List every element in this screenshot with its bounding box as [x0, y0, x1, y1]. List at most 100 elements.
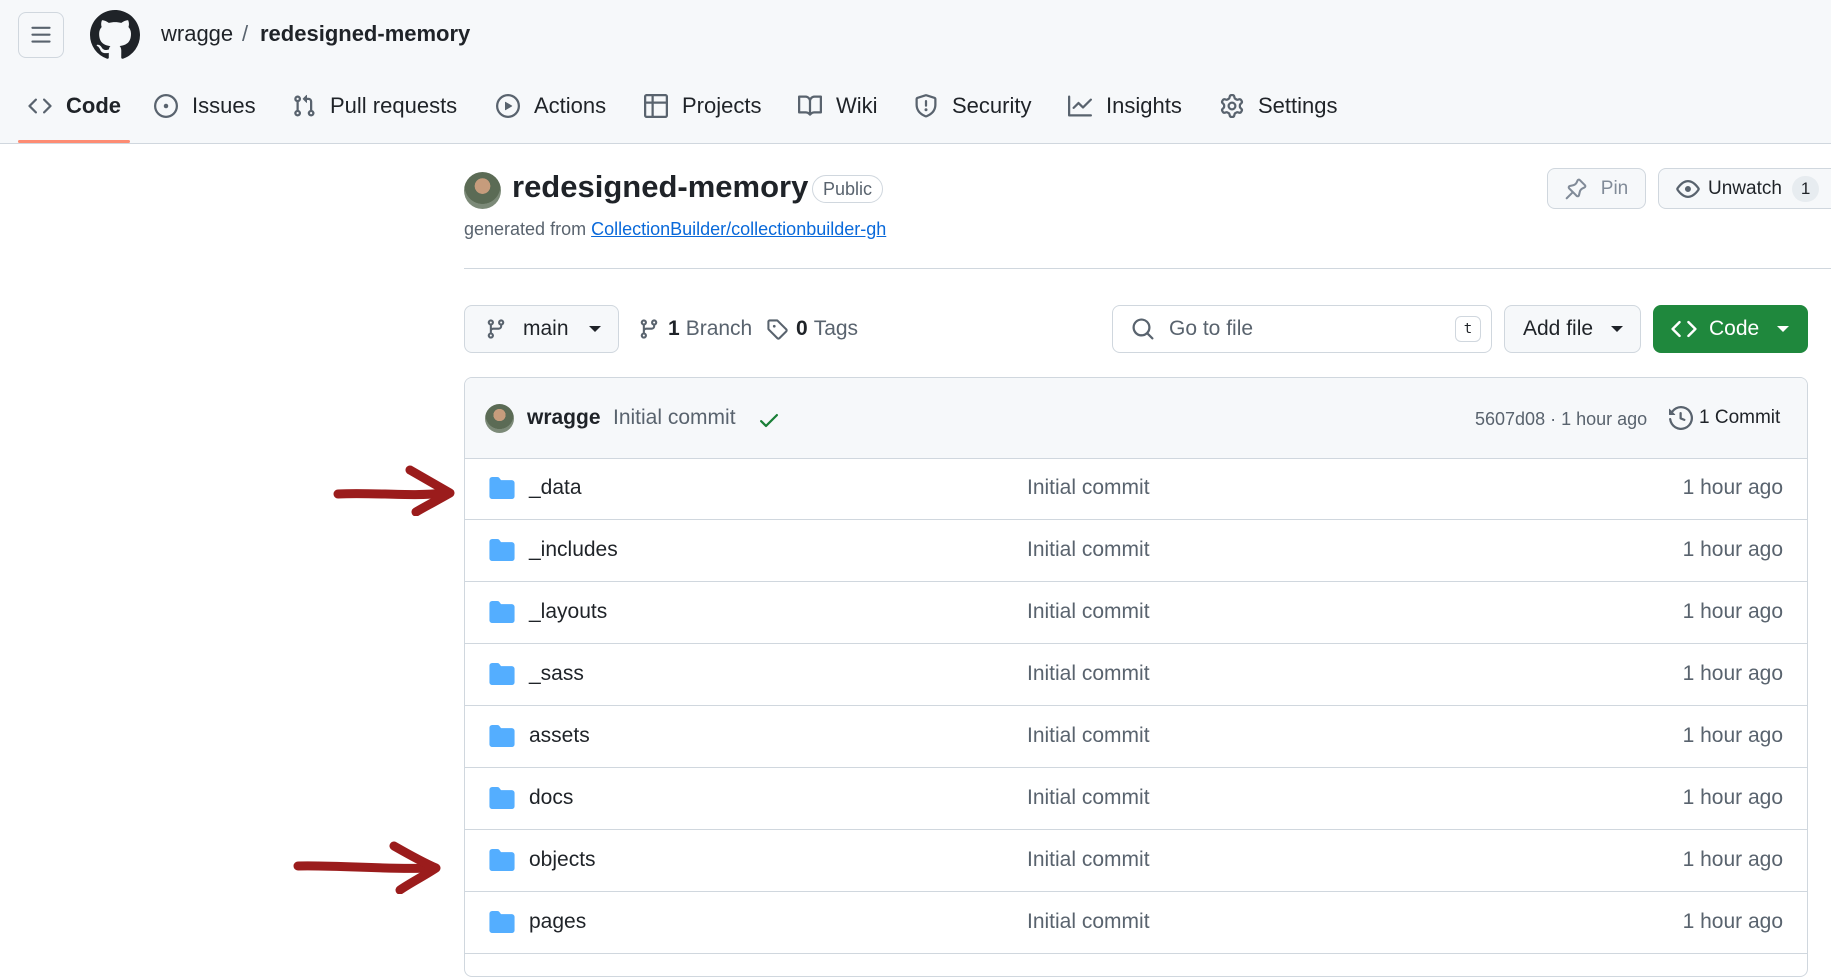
folder-icon [489, 787, 515, 809]
folder-icon [489, 725, 515, 747]
breadcrumb-owner-link[interactable]: wragge [161, 20, 233, 48]
github-logo-icon[interactable] [90, 10, 140, 60]
file-name-link[interactable]: _sass [529, 660, 584, 688]
file-name-link[interactable]: assets [529, 722, 590, 750]
gear-icon [1220, 94, 1244, 118]
commit-count-label: 1 Commit [1699, 407, 1781, 428]
code-button[interactable]: Code [1653, 305, 1808, 353]
commit-author-avatar[interactable] [485, 404, 514, 433]
file-commit-age: 1 hour ago [1682, 476, 1783, 499]
folder-icon [489, 849, 515, 871]
pin-icon [1565, 178, 1587, 199]
visibility-badge: Public [812, 175, 884, 203]
branches-link[interactable]: 1 Branch [638, 314, 752, 344]
git-pull-request-icon [294, 94, 315, 117]
tab-actions-label: Actions [534, 93, 607, 118]
tab-pull-requests[interactable]: Pull requests [292, 82, 457, 130]
tab-actions[interactable]: Actions [496, 82, 606, 130]
branch-count-label: Branch [685, 317, 753, 340]
triangle-down-icon [588, 326, 601, 332]
table-icon [644, 94, 668, 118]
tab-security[interactable]: Security [914, 82, 1031, 130]
file-name-link[interactable]: _layouts [529, 598, 607, 626]
go-to-file-search[interactable]: t [1112, 305, 1492, 353]
tab-projects[interactable]: Projects [644, 82, 761, 130]
folder-icon [489, 663, 515, 685]
file-row[interactable]: objects Initial commit 1 hour ago [465, 830, 1807, 892]
file-commit-message-link[interactable]: Initial commit [1027, 908, 1150, 936]
folder-icon [489, 539, 515, 561]
shield-icon [915, 94, 937, 118]
file-row[interactable]: _includes Initial commit 1 hour ago [465, 520, 1807, 582]
tab-insights[interactable]: Insights [1068, 82, 1182, 130]
commit-history-link[interactable]: 1 Commit [1669, 404, 1780, 432]
file-commit-message-link[interactable]: Initial commit [1027, 784, 1150, 812]
file-row[interactable]: docs Initial commit 1 hour ago [465, 768, 1807, 830]
check-icon[interactable] [757, 408, 781, 432]
tags-link[interactable]: 0 Tags [766, 314, 858, 344]
play-icon [496, 94, 520, 118]
file-commit-message-link[interactable]: Initial commit [1027, 474, 1150, 502]
file-commit-message-link[interactable]: Initial commit [1027, 536, 1150, 564]
file-row[interactable]: _data Initial commit 1 hour ago [465, 458, 1807, 520]
add-file-button[interactable]: Add file [1504, 305, 1641, 353]
file-commit-age: 1 hour ago [1682, 538, 1783, 561]
git-branch-icon [640, 319, 658, 339]
triangle-down-icon [1611, 326, 1624, 332]
tab-pull-requests-label: Pull requests [330, 93, 458, 118]
unwatch-button[interactable]: Unwatch 1 ▾ [1658, 168, 1831, 209]
file-row[interactable]: assets Initial commit 1 hour ago [465, 706, 1807, 768]
folder-icon [489, 477, 515, 499]
file-name-link[interactable]: _includes [529, 536, 618, 564]
file-commit-age: 1 hour ago [1682, 910, 1783, 933]
code-button-label: Code [1709, 317, 1760, 340]
go-to-file-input[interactable] [1167, 316, 1441, 342]
tab-issues[interactable]: Issues [154, 82, 256, 130]
git-branch-icon [487, 319, 505, 339]
tab-settings[interactable]: Settings [1220, 82, 1338, 130]
file-name-link[interactable]: pages [529, 908, 586, 936]
tab-issues-label: Issues [192, 93, 256, 118]
tab-wiki[interactable]: Wiki [798, 82, 878, 130]
file-list: _data Initial commit 1 hour ago _includes In… [465, 458, 1807, 954]
file-commit-message-link[interactable]: Initial commit [1027, 846, 1150, 874]
tab-code[interactable]: Code [28, 82, 121, 130]
file-commit-age: 1 hour ago [1682, 848, 1783, 871]
file-commit-message-link[interactable]: Initial commit [1027, 722, 1150, 750]
app-header: wragge / redesigned-memory Code Issues P… [0, 0, 1831, 144]
file-name-link[interactable]: docs [529, 784, 573, 812]
menu-button[interactable] [18, 12, 64, 58]
pin-label: Pin [1600, 177, 1629, 199]
tab-projects-label: Projects [682, 93, 762, 118]
file-row[interactable]: _sass Initial commit 1 hour ago [465, 644, 1807, 706]
file-commit-message-link[interactable]: Initial commit [1027, 598, 1150, 626]
template-repo-link[interactable]: CollectionBuilder/collectionbuilder-gh [591, 219, 886, 239]
breadcrumb-repo-link[interactable]: redesigned-memory [260, 20, 470, 48]
file-commit-age: 1 hour ago [1682, 600, 1783, 623]
tag-count-label: Tags [813, 317, 859, 340]
owner-avatar[interactable] [464, 172, 501, 209]
file-commit-message-link[interactable]: Initial commit [1027, 660, 1150, 688]
tab-wiki-label: Wiki [836, 93, 878, 118]
folder-icon [489, 911, 515, 933]
tab-insights-label: Insights [1106, 93, 1182, 118]
file-row[interactable]: pages Initial commit 1 hour ago [465, 892, 1807, 954]
branch-selector[interactable]: main [464, 305, 619, 353]
active-tab-indicator [18, 140, 130, 143]
tab-code-label: Code [66, 93, 121, 118]
commit-sha-and-time[interactable]: 5607d08 · 1 hour ago [1475, 406, 1647, 432]
file-row[interactable]: _layouts Initial commit 1 hour ago [465, 582, 1807, 644]
keyboard-shortcut-hint: t [1455, 316, 1481, 342]
folder-icon [489, 601, 515, 623]
commit-author[interactable]: wragge [527, 404, 601, 432]
unwatch-label: Unwatch [1708, 177, 1782, 199]
pin-button[interactable]: Pin [1547, 168, 1646, 209]
repo-title[interactable]: redesigned-memory [512, 168, 808, 206]
file-name-link[interactable]: _data [529, 474, 582, 502]
file-name-link[interactable]: objects [529, 846, 596, 874]
file-commit-age: 1 hour ago [1682, 724, 1783, 747]
branch-count: 1 [668, 317, 680, 340]
graph-icon [1068, 95, 1092, 117]
commit-message[interactable]: Initial commit [613, 404, 736, 432]
generated-from-label: generated from [464, 219, 587, 239]
